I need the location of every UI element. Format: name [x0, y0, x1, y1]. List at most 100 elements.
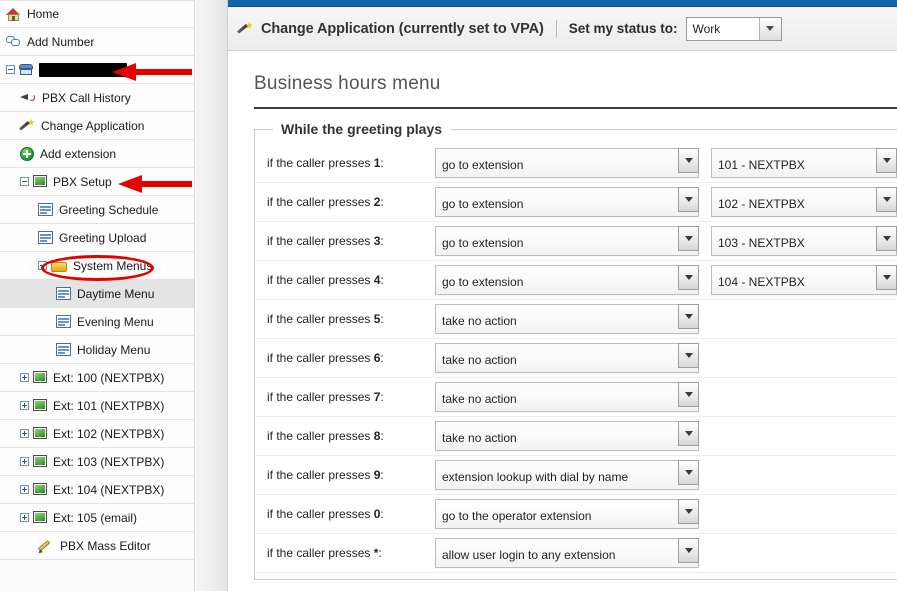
speech-bubble-icon	[6, 35, 21, 48]
sidebar-item-greeting-upload[interactable]: Greeting Upload	[0, 224, 194, 252]
sidebar-item-pbx-mass-editor[interactable]: PBX Mass Editor	[0, 532, 194, 560]
chevron-down-icon[interactable]	[876, 148, 897, 173]
page-title: Business hours menu	[254, 73, 441, 94]
action-select[interactable]: go to extension	[435, 148, 699, 178]
home-icon	[6, 7, 21, 21]
caller-press-row: if the caller presses *: allow user login…	[255, 534, 897, 573]
sidebar-item-ext-100-nextpbx[interactable]: Ext: 100 (NEXTPBX)	[0, 364, 194, 392]
caller-press-label: if the caller presses 6:	[267, 351, 435, 365]
sidebar-item-label: System Menus	[73, 258, 153, 273]
action-select[interactable]: take no action	[435, 382, 699, 412]
sidebar-item-daytime-menu[interactable]: Daytime Menu	[0, 280, 194, 308]
target-extension-value: 104 - NEXTPBX	[718, 275, 805, 289]
toolbar-divider	[555, 19, 557, 38]
caller-press-label: if the caller presses 3:	[267, 234, 435, 248]
target-extension-select[interactable]: 103 - NEXTPBX	[711, 226, 897, 256]
sidebar-item-label: Add Number	[27, 34, 95, 49]
chevron-down-icon[interactable]	[678, 499, 699, 524]
chevron-down-icon[interactable]	[678, 538, 699, 563]
chevron-down-icon[interactable]	[678, 382, 699, 407]
layout-gutter	[196, 0, 228, 591]
expand-plus-icon[interactable]	[20, 401, 29, 410]
sidebar-item-redacted[interactable]	[0, 56, 194, 84]
sidebar-item-pbx-setup[interactable]: PBX Setup	[0, 168, 194, 196]
expand-plus-icon[interactable]	[20, 457, 29, 466]
caller-press-label: if the caller presses 9:	[267, 468, 435, 482]
sidebar-item-list: Home Add Number PBX Call History Change App…	[0, 0, 194, 560]
sidebar-item-system-menus[interactable]: System Menus	[0, 252, 194, 280]
monitor-icon	[33, 399, 47, 412]
action-select[interactable]: go to extension	[435, 265, 699, 295]
action-select[interactable]: take no action	[435, 343, 699, 373]
action-select[interactable]: take no action	[435, 304, 699, 334]
sidebar-item-ext-102-nextpbx[interactable]: Ext: 102 (NEXTPBX)	[0, 420, 194, 448]
application-window: Home Add Number PBX Call History Change App…	[0, 0, 897, 591]
caller-press-row: if the caller presses 4: go to extension 1…	[255, 261, 897, 300]
caller-press-label-suffix: :	[380, 390, 384, 404]
sidebar-item-ext-104-nextpbx[interactable]: Ext: 104 (NEXTPBX)	[0, 476, 194, 504]
action-select[interactable]: extension lookup with dial by name	[435, 460, 699, 490]
main-content-area: Change Application (currently set to VPA…	[228, 0, 897, 591]
sidebar-item-ext-103-nextpbx[interactable]: Ext: 103 (NEXTPBX)	[0, 448, 194, 476]
action-select[interactable]: go to the operator extension	[435, 499, 699, 529]
target-extension-select[interactable]: 102 - NEXTPBX	[711, 187, 897, 217]
collapse-minus-icon[interactable]	[6, 65, 15, 74]
expand-plus-icon[interactable]	[20, 429, 29, 438]
sidebar-item-add-number[interactable]: Add Number	[0, 28, 194, 56]
sidebar-item-label: Ext: 104 (NEXTPBX)	[53, 482, 165, 497]
action-select[interactable]: go to extension	[435, 187, 699, 217]
sidebar-item-holiday-menu[interactable]: Holiday Menu	[0, 336, 194, 364]
chevron-down-icon[interactable]	[876, 226, 897, 251]
caller-press-label: if the caller presses *:	[267, 546, 435, 560]
chevron-down-icon[interactable]	[678, 265, 699, 290]
sidebar-item-pbx-call-history[interactable]: PBX Call History	[0, 84, 194, 112]
target-extension-value: 102 - NEXTPBX	[718, 197, 805, 211]
action-select[interactable]: go to extension	[435, 226, 699, 256]
caller-press-row-list: if the caller presses 1: go to extension 1…	[255, 130, 897, 573]
status-select[interactable]: Work	[685, 16, 782, 41]
change-application-link[interactable]: Change Application (currently set to VPA…	[261, 21, 544, 37]
target-extension-select[interactable]: 101 - NEXTPBX	[711, 148, 897, 178]
action-select[interactable]: allow user login to any extension	[435, 538, 699, 568]
magic-wand-icon	[19, 118, 35, 133]
chevron-down-icon[interactable]	[678, 343, 699, 368]
sidebar-item-greeting-schedule[interactable]: Greeting Schedule	[0, 196, 194, 224]
chevron-down-icon[interactable]	[876, 187, 897, 212]
target-extension-select[interactable]: 104 - NEXTPBX	[711, 265, 897, 295]
sidebar-item-label: Ext: 105 (email)	[53, 510, 138, 525]
sidebar-item-evening-menu[interactable]: Evening Menu	[0, 308, 194, 336]
action-select-value: go to extension	[442, 158, 524, 172]
caller-press-label: if the caller presses 1:	[267, 156, 435, 170]
chevron-down-icon[interactable]	[678, 421, 699, 446]
chevron-down-icon[interactable]	[678, 460, 699, 485]
chevron-down-icon[interactable]	[678, 148, 699, 173]
sidebar-item-change-application[interactable]: Change Application	[0, 112, 194, 140]
caller-press-row: if the caller presses 1: go to extension 1…	[255, 144, 897, 183]
expand-plus-icon[interactable]	[20, 485, 29, 494]
caller-press-label-prefix: if the caller presses	[267, 312, 374, 326]
document-icon	[56, 315, 71, 328]
collapse-minus-icon[interactable]	[38, 261, 47, 270]
sidebar-item-label: Add extension	[40, 146, 117, 161]
sidebar-item-ext-101-nextpbx[interactable]: Ext: 101 (NEXTPBX)	[0, 392, 194, 420]
expand-plus-icon[interactable]	[20, 373, 29, 382]
chevron-down-icon[interactable]	[678, 226, 699, 251]
chevron-down-icon[interactable]	[876, 265, 897, 290]
action-select[interactable]: take no action	[435, 421, 699, 451]
sidebar-item-add-extension[interactable]: Add extension	[0, 140, 194, 168]
sidebar-item-ext-105-email[interactable]: Ext: 105 (email)	[0, 504, 194, 532]
expand-plus-icon[interactable]	[20, 513, 29, 522]
caller-press-row: if the caller presses 7: take no action	[255, 378, 897, 417]
monitor-icon	[33, 175, 47, 188]
target-extension-value: 101 - NEXTPBX	[718, 158, 805, 172]
sidebar-item-label: Greeting Upload	[59, 230, 147, 245]
caller-press-row: if the caller presses 0: go to the operat…	[255, 495, 897, 534]
chevron-down-icon[interactable]	[758, 17, 781, 40]
action-select-value: take no action	[442, 431, 517, 445]
chevron-down-icon[interactable]	[678, 304, 699, 329]
sidebar-item-home[interactable]: Home	[0, 0, 194, 28]
chevron-down-icon[interactable]	[678, 187, 699, 212]
caller-press-label-prefix: if the caller presses	[267, 234, 374, 248]
collapse-minus-icon[interactable]	[20, 177, 29, 186]
monitor-icon	[33, 455, 47, 468]
